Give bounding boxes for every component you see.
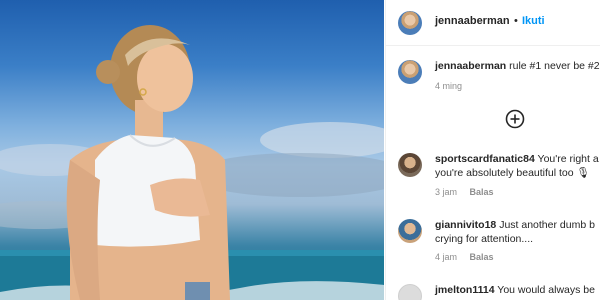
comment-time[interactable]: 4 jam bbox=[435, 252, 457, 262]
comment-line: sportscardfanatic84 You're right a bbox=[435, 152, 599, 167]
caption-username[interactable]: jennaaberman bbox=[435, 60, 506, 72]
caption-time[interactable]: 4 ming bbox=[435, 81, 462, 91]
comment-text-continued: you're absolutely beautiful too 🎙 bbox=[435, 167, 590, 179]
reply-button[interactable]: Balas bbox=[470, 252, 494, 262]
comment-avatar[interactable] bbox=[398, 153, 422, 177]
comment-meta: 3 jam Balas bbox=[435, 187, 504, 197]
comment-text-continued: crying for attention.... bbox=[435, 233, 534, 245]
comment-text: You're right a bbox=[537, 153, 599, 165]
comment-avatar[interactable] bbox=[398, 284, 422, 300]
caption-meta: 4 ming bbox=[435, 81, 472, 91]
follow-button[interactable]: Ikuti bbox=[522, 15, 545, 27]
comment-username[interactable]: giannivito18 bbox=[435, 219, 496, 231]
caption-body: rule #1 never be #2 bbox=[509, 60, 600, 72]
comment-line: jmelton1114 You would always be bbox=[435, 283, 595, 298]
comment-avatar[interactable] bbox=[398, 219, 422, 243]
comment-time[interactable]: 3 jam bbox=[435, 187, 457, 197]
author-avatar[interactable] bbox=[398, 11, 422, 35]
comment-username[interactable]: sportscardfanatic84 bbox=[435, 153, 535, 165]
header-divider bbox=[386, 45, 600, 46]
caption-text: jennaaberman rule #1 never be #2 bbox=[435, 59, 600, 74]
comment-meta: 4 jam Balas bbox=[435, 252, 504, 262]
separator-dot: • bbox=[514, 15, 518, 27]
plus-circle-icon[interactable] bbox=[505, 109, 525, 129]
comment-username[interactable]: jmelton1114 bbox=[435, 284, 495, 296]
post-photo[interactable] bbox=[0, 0, 384, 300]
caption-avatar[interactable] bbox=[398, 60, 422, 84]
reply-button[interactable]: Balas bbox=[470, 187, 494, 197]
comment-line: giannivito18 Just another dumb b bbox=[435, 218, 595, 233]
post-photo-illustration bbox=[0, 25, 384, 300]
comment-text: Just another dumb b bbox=[499, 219, 595, 231]
post-side-panel: jennaaberman • Ikuti jennaaberman rule #… bbox=[385, 0, 600, 300]
comment-text: You would always be bbox=[497, 284, 595, 296]
author-username[interactable]: jennaaberman bbox=[435, 15, 510, 27]
